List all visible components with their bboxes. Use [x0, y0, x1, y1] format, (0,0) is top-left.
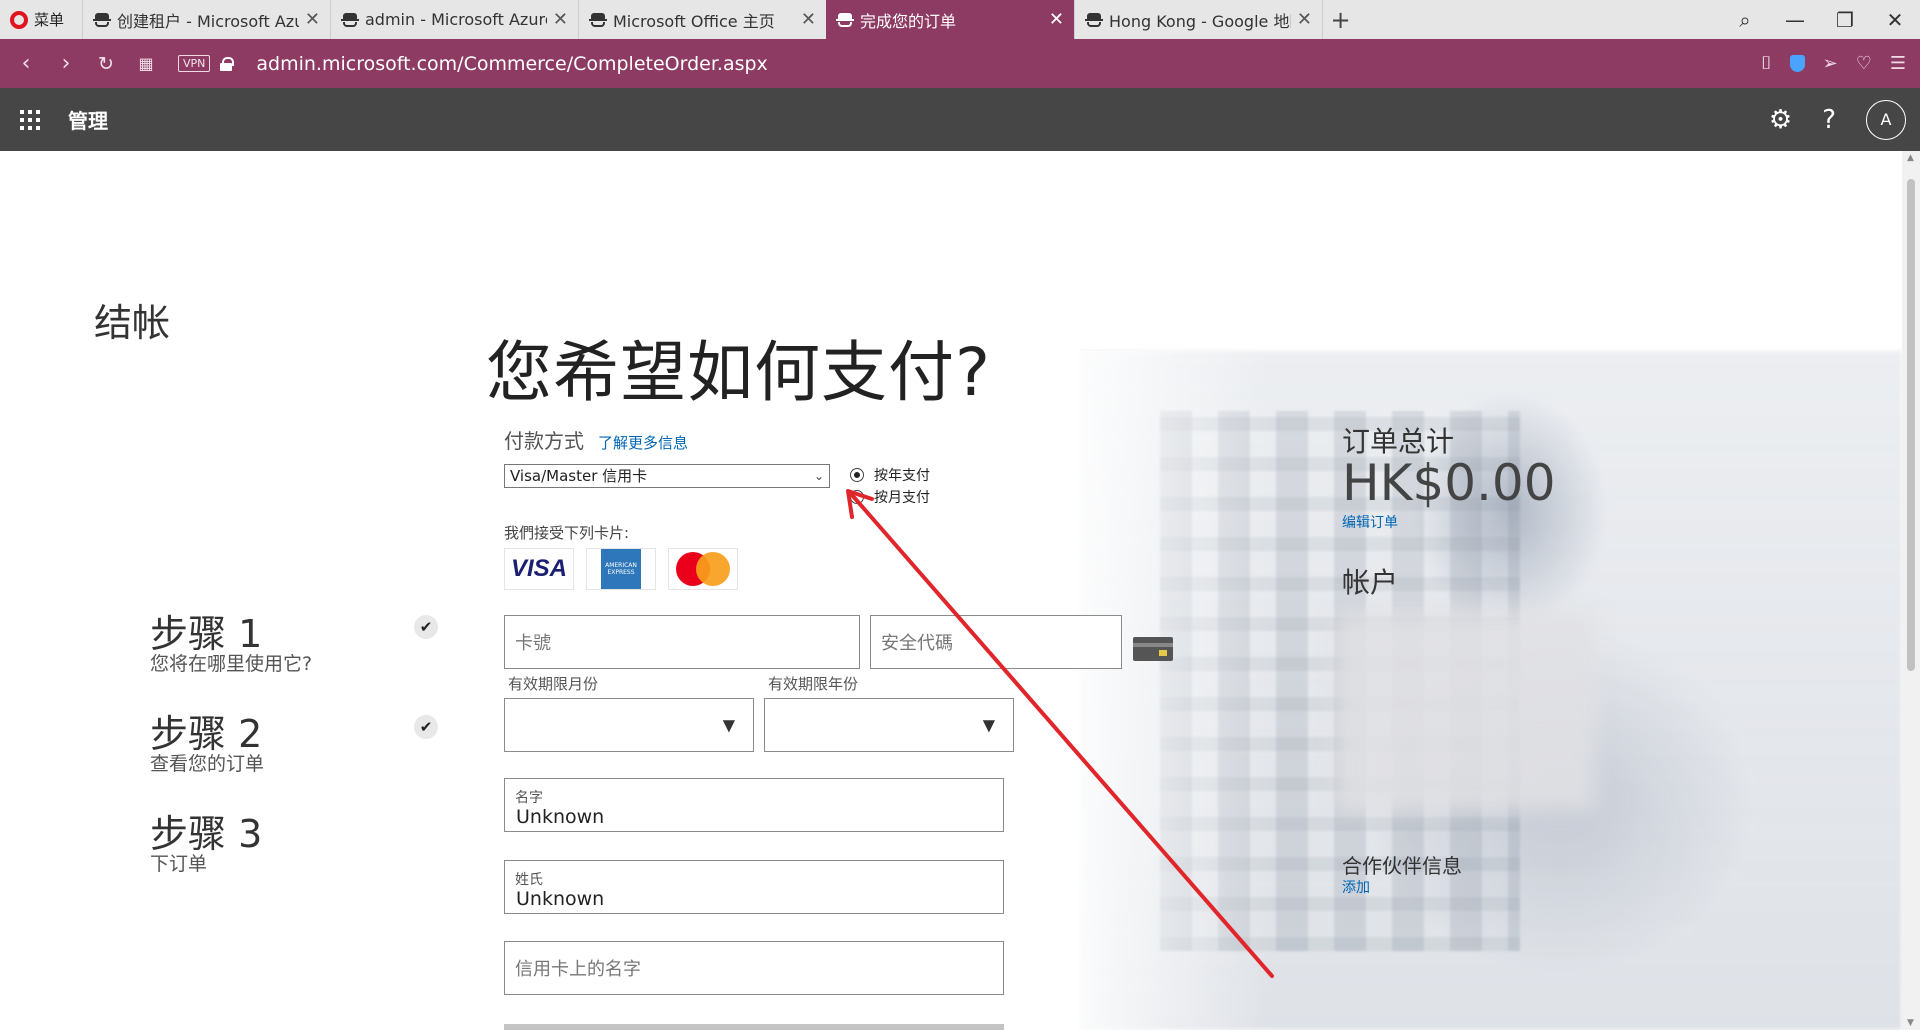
app-launcher-icon[interactable]	[20, 109, 40, 130]
address-bar-tools: ⌷ ➢ ♡ ☰	[1761, 39, 1906, 88]
restore-button[interactable]: ❐	[1820, 8, 1870, 32]
opera-menu-button[interactable]: 菜单	[0, 0, 82, 39]
help-icon[interactable]: ?	[1822, 105, 1836, 135]
admin-header-tools: ⚙ ? A	[1769, 88, 1906, 151]
tab-google-maps[interactable]: Hong Kong - Google 地图 ✕	[1074, 0, 1322, 39]
tab-create-tenant[interactable]: 创建租户 - Microsoft Azure ✕	[82, 0, 330, 39]
tab-title: Microsoft Office 主页	[613, 11, 775, 31]
incognito-icon	[1085, 12, 1103, 27]
tab-title: 创建租户 - Microsoft Azure	[117, 11, 299, 31]
tab-title: admin - Microsoft Azure	[365, 10, 547, 29]
forward-button[interactable]: ›	[46, 51, 86, 76]
incognito-icon	[836, 12, 854, 27]
incognito-icon	[341, 12, 359, 27]
tab-close-icon[interactable]: ✕	[1049, 9, 1064, 30]
url-field[interactable]: admin.microsoft.com/Commerce/CompleteOrd…	[256, 53, 767, 75]
camera-icon[interactable]: ⌷	[1761, 53, 1772, 74]
lock-icon[interactable]	[220, 56, 235, 71]
tab-close-icon[interactable]: ✕	[553, 9, 568, 30]
address-bar: ‹ › ↻ ▦ VPN admin.microsoft.com/Commerce…	[0, 39, 1920, 88]
opera-logo-icon	[10, 10, 28, 29]
scrollbar-thumb[interactable]	[1907, 179, 1915, 671]
tab-office-home[interactable]: Microsoft Office 主页 ✕	[578, 0, 826, 39]
tab-close-icon[interactable]: ✕	[801, 9, 816, 30]
browser-tab-bar: 菜单 创建租户 - Microsoft Azure ✕ admin - Micr…	[0, 0, 1920, 39]
tab-complete-order[interactable]: 完成您的订单 ✕	[826, 0, 1074, 39]
minimize-button[interactable]: —	[1770, 8, 1820, 32]
tab-close-icon[interactable]: ✕	[305, 9, 320, 30]
tab-grid-icon[interactable]: ▦	[126, 54, 166, 73]
page-scrollbar[interactable]: ▲ ▼	[1902, 151, 1920, 1030]
vpn-badge[interactable]: VPN	[178, 55, 211, 72]
new-tab-button[interactable]: +	[1322, 0, 1358, 39]
settings-sliders-icon[interactable]: ☰	[1890, 53, 1906, 74]
reload-button[interactable]: ↻	[86, 53, 126, 75]
back-button[interactable]: ‹	[6, 51, 46, 76]
gear-icon[interactable]: ⚙	[1769, 105, 1792, 135]
tab-admin-azure[interactable]: admin - Microsoft Azure ✕	[330, 0, 578, 39]
tab-title: Hong Kong - Google 地图	[1109, 11, 1291, 31]
send-icon[interactable]: ➢	[1823, 53, 1838, 74]
tab-close-icon[interactable]: ✕	[1297, 9, 1312, 30]
tab-title: 完成您的订单	[860, 11, 957, 31]
avatar[interactable]: A	[1866, 99, 1906, 140]
checkout-page: 结帐 步骤 1 您将在哪里使用它? ✔ 步骤 2 查看您的订单 ✔ 步骤 3 下…	[0, 151, 1902, 1030]
opera-menu-label: 菜单	[34, 11, 65, 29]
close-window-button[interactable]: ✕	[1870, 8, 1920, 32]
scroll-down-arrow-icon[interactable]: ▼	[1907, 1018, 1914, 1028]
scroll-up-arrow-icon[interactable]: ▲	[1907, 153, 1914, 163]
admin-header: 管理 ⚙ ? A	[0, 88, 1920, 151]
annotation-arrow	[846, 489, 1274, 978]
heart-icon[interactable]: ♡	[1856, 53, 1872, 74]
shield-icon[interactable]	[1789, 55, 1805, 72]
window-controls: ⌕ — ❐ ✕	[1720, 0, 1920, 39]
incognito-icon	[589, 12, 607, 27]
search-tabs-icon[interactable]: ⌕	[1720, 8, 1770, 32]
incognito-icon	[93, 12, 111, 27]
admin-title[interactable]: 管理	[68, 105, 108, 134]
